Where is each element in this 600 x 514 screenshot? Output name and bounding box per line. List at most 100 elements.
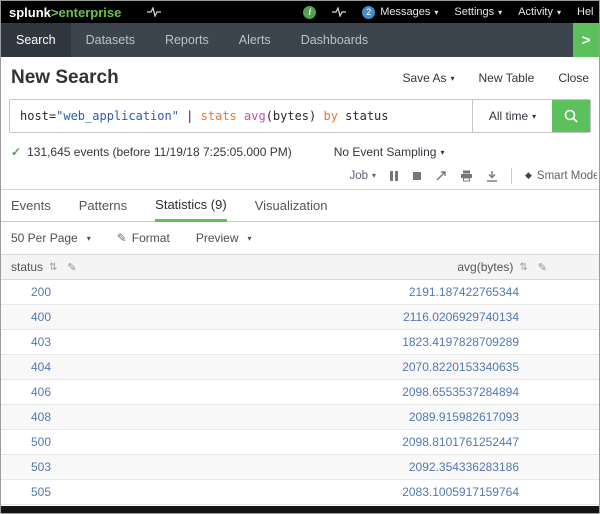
table-toolbar: 50 Per Page ▾ ✎ Format Preview ▾ xyxy=(1,222,599,254)
activity-label: Activity xyxy=(518,6,553,18)
caret-down-icon: ▾ xyxy=(248,234,252,243)
avg-bytes-cell[interactable]: 2116.0206929740134 xyxy=(167,305,599,330)
status-cell[interactable]: 408 xyxy=(1,405,167,430)
logo-enterprise-text: enterprise xyxy=(59,5,122,20)
messages-menu[interactable]: 2 Messages ▾ xyxy=(362,6,438,19)
avg-bytes-cell[interactable]: 2083.1005917159764 xyxy=(167,480,599,505)
help-menu[interactable]: Help xyxy=(577,6,593,18)
avg-bytes-column-header[interactable]: avg(bytes) xyxy=(457,260,513,274)
caret-down-icon: ▾ xyxy=(532,112,536,121)
avg-bytes-cell[interactable]: 2191.187422765344 xyxy=(167,280,599,305)
close-button[interactable]: Close xyxy=(558,71,589,85)
messages-label: Messages xyxy=(380,6,430,18)
query-segment: host= xyxy=(20,109,56,123)
avg-bytes-cell[interactable]: 2098.6553537284894 xyxy=(167,380,599,405)
avg-bytes-cell[interactable]: 2070.8220153340635 xyxy=(167,355,599,380)
caret-down-icon: ▾ xyxy=(498,8,502,17)
status-cell[interactable]: 500 xyxy=(1,430,167,455)
avg-bytes-cell[interactable]: 2098.8101761252447 xyxy=(167,430,599,455)
table-row: 4031823.4197828709289 xyxy=(1,330,599,355)
status-cell[interactable]: 400 xyxy=(1,305,167,330)
query-segment xyxy=(237,109,244,123)
settings-menu[interactable]: Settings ▾ xyxy=(454,6,502,18)
status-cell[interactable]: 505 xyxy=(1,480,167,505)
topbar: splunk>enterprise i 2 Messages ▾ Setting… xyxy=(1,1,599,23)
appbar-tabs: SearchDatasetsReportsAlertsDashboards xyxy=(1,23,383,57)
time-range-label: All time xyxy=(489,109,528,123)
search-query-input[interactable]: host="web_application" | stats avg(bytes… xyxy=(10,100,472,132)
job-menu[interactable]: Job ▾ xyxy=(349,170,376,182)
table-row: 5032092.354336283186 xyxy=(1,455,599,480)
avg-bytes-cell[interactable]: 2092.354336283186 xyxy=(167,455,599,480)
query-segment: "web_application" xyxy=(56,109,179,123)
caret-down-icon: ▾ xyxy=(87,234,91,243)
format-label: Format xyxy=(132,231,170,245)
topbar-menus: i 2 Messages ▾ Settings ▾ Activity ▾ Hel… xyxy=(303,6,599,19)
time-range-picker[interactable]: All time ▾ xyxy=(472,100,552,132)
query-segment: | xyxy=(179,109,201,123)
page-header: New Search Save As ▾ New Table Close xyxy=(1,57,599,99)
result-tab-visualization[interactable]: Visualization xyxy=(255,190,328,221)
smart-mode-label: Smart Mode xyxy=(537,170,597,182)
splunk-logo[interactable]: splunk>enterprise xyxy=(9,5,121,20)
splunk-window: splunk>enterprise i 2 Messages ▾ Setting… xyxy=(0,0,600,514)
result-tab-patterns[interactable]: Patterns xyxy=(79,190,127,221)
edit-column-icon[interactable]: ✎ xyxy=(67,261,76,274)
table-row: 4082089.915982617093 xyxy=(1,405,599,430)
sort-icon[interactable]: ⇅ xyxy=(519,262,527,273)
caret-down-icon: ▾ xyxy=(557,8,561,17)
bottom-edge xyxy=(1,506,599,513)
job-controls-row: Job ▾ ◆ Smart Mode xyxy=(1,162,599,190)
info-icon[interactable]: i xyxy=(303,6,316,19)
stop-icon[interactable] xyxy=(412,171,422,181)
avg-bytes-cell[interactable]: 2089.915982617093 xyxy=(167,405,599,430)
sort-icon[interactable]: ⇅ xyxy=(49,262,57,273)
new-table-button[interactable]: New Table xyxy=(479,71,535,85)
status-cell[interactable]: 200 xyxy=(1,280,167,305)
caret-down-icon: ▾ xyxy=(450,74,454,83)
search-button[interactable] xyxy=(552,100,590,132)
per-page-selector[interactable]: 50 Per Page ▾ xyxy=(11,231,91,245)
appbar-tab-search[interactable]: Search xyxy=(1,23,71,57)
table-row: 4042070.8220153340635 xyxy=(1,355,599,380)
preview-label: Preview xyxy=(196,231,239,245)
splunk-app-button[interactable]: > xyxy=(573,23,599,57)
results-table-body: 2002191.1874227653444002116.020692974013… xyxy=(1,280,599,505)
messages-count-badge: 2 xyxy=(362,6,375,19)
activity-menu[interactable]: Activity ▾ xyxy=(518,6,561,18)
help-label: Help xyxy=(577,6,593,18)
appbar-tab-alerts[interactable]: Alerts xyxy=(224,23,286,57)
share-icon[interactable] xyxy=(435,170,447,182)
avg-bytes-cell[interactable]: 1823.4197828709289 xyxy=(167,330,599,355)
event-sampling-label: No Event Sampling xyxy=(334,145,437,159)
search-mode-selector[interactable]: ◆ Smart Mode xyxy=(525,170,597,182)
caret-down-icon: ▾ xyxy=(434,8,438,17)
export-icon[interactable] xyxy=(486,170,498,182)
pencil-icon: ✎ xyxy=(117,231,127,245)
appbar-tab-dashboards[interactable]: Dashboards xyxy=(286,23,383,57)
page-title: New Search xyxy=(11,67,119,89)
status-cell[interactable]: 404 xyxy=(1,355,167,380)
status-cell[interactable]: 406 xyxy=(1,380,167,405)
result-tab-statistics[interactable]: Statistics (9) xyxy=(155,190,227,222)
save-as-button[interactable]: Save As ▾ xyxy=(402,71,454,85)
statistics-table: status ⇅ ✎ avg(bytes) ⇅ ✎ 2002191.187422… xyxy=(1,254,599,505)
appbar-tab-datasets[interactable]: Datasets xyxy=(71,23,150,57)
result-tab-events[interactable]: Events xyxy=(11,190,51,221)
event-sampling-menu[interactable]: No Event Sampling ▾ xyxy=(334,145,445,159)
activity-pulse-icon[interactable] xyxy=(332,7,346,17)
edit-column-icon[interactable]: ✎ xyxy=(538,261,547,274)
format-button[interactable]: ✎ Format xyxy=(117,231,170,245)
pause-icon[interactable] xyxy=(389,170,399,182)
appbar-tab-reports[interactable]: Reports xyxy=(150,23,224,57)
search-bar: host="web_application" | stats avg(bytes… xyxy=(9,99,591,133)
preview-selector[interactable]: Preview ▾ xyxy=(196,231,252,245)
settings-label: Settings xyxy=(454,6,494,18)
events-summary-row: ✓ 131,645 events (before 11/19/18 7:25:0… xyxy=(1,142,599,162)
events-summary: 131,645 events (before 11/19/18 7:25:05.… xyxy=(27,145,292,159)
status-cell[interactable]: 503 xyxy=(1,455,167,480)
status-cell[interactable]: 403 xyxy=(1,330,167,355)
print-icon[interactable] xyxy=(460,170,473,182)
status-column-header[interactable]: status xyxy=(11,260,43,274)
smart-mode-icon: ◆ xyxy=(525,170,532,181)
